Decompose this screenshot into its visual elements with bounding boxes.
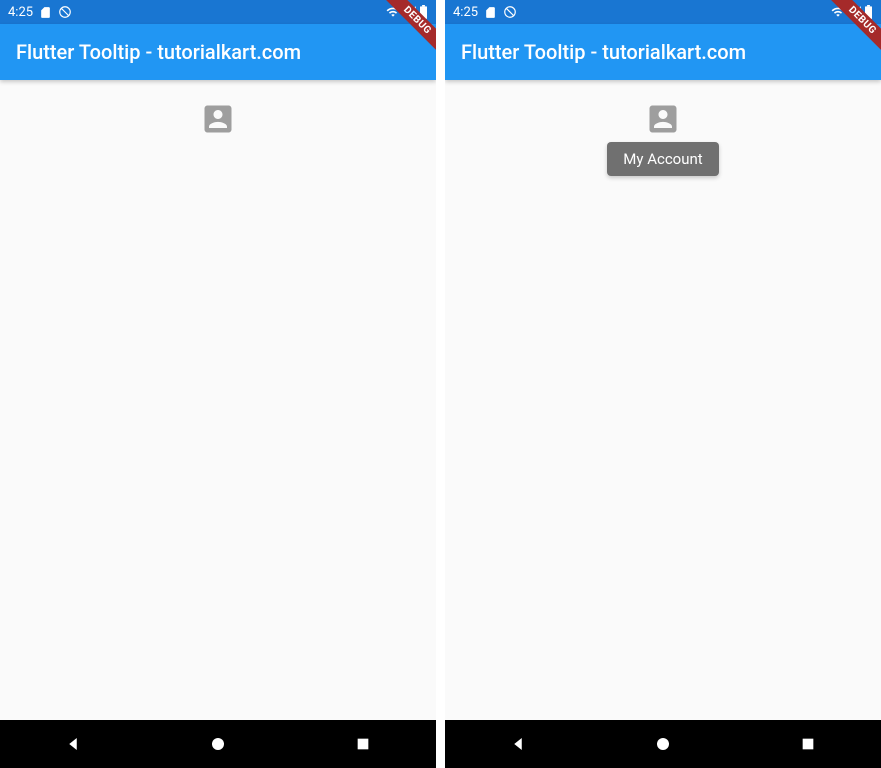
wifi-icon — [830, 5, 846, 19]
status-bar-left: 4:25 — [8, 5, 72, 20]
nav-bar — [0, 720, 436, 768]
sd-icon — [39, 6, 52, 19]
app-bar: Flutter Tooltip - tutorialkart.com — [0, 24, 436, 80]
account-box-icon — [645, 101, 681, 140]
signal-icon — [848, 5, 862, 19]
status-bar-left: 4:25 — [453, 5, 517, 20]
nav-home-button[interactable] — [182, 735, 254, 753]
app-bar-title: Flutter Tooltip - tutorialkart.com — [16, 40, 301, 64]
sd-icon — [484, 6, 497, 19]
body-area — [0, 80, 436, 720]
status-time: 4:25 — [8, 5, 33, 20]
tooltip: My Account — [607, 142, 718, 176]
nav-recent-button[interactable] — [327, 736, 399, 752]
phone-right: DEBUG 4:25 Flutter Tooltip - tutorialkar… — [445, 0, 881, 768]
signal-icon — [403, 5, 417, 19]
nav-back-button[interactable] — [37, 735, 109, 753]
nav-back-button[interactable] — [482, 735, 554, 753]
tooltip-text: My Account — [623, 150, 702, 168]
nav-bar — [445, 720, 881, 768]
status-bar-right — [385, 5, 428, 19]
status-time: 4:25 — [453, 5, 478, 20]
nav-recent-button[interactable] — [772, 736, 844, 752]
wifi-icon — [385, 5, 401, 19]
body-area: My Account — [445, 80, 881, 720]
status-bar: 4:25 — [0, 0, 436, 24]
app-bar-title: Flutter Tooltip - tutorialkart.com — [461, 40, 746, 64]
account-box-icon — [200, 101, 236, 140]
battery-icon — [419, 5, 428, 19]
dnd-icon — [58, 5, 72, 19]
nav-home-button[interactable] — [627, 735, 699, 753]
dnd-icon — [503, 5, 517, 19]
status-bar: 4:25 — [445, 0, 881, 24]
battery-icon — [864, 5, 873, 19]
phone-left: DEBUG 4:25 Flutter Tooltip - tutorialkar… — [0, 0, 436, 768]
account-icon-button[interactable] — [639, 96, 687, 144]
app-bar: Flutter Tooltip - tutorialkart.com — [445, 24, 881, 80]
status-bar-right — [830, 5, 873, 19]
account-icon-button[interactable] — [194, 96, 242, 144]
